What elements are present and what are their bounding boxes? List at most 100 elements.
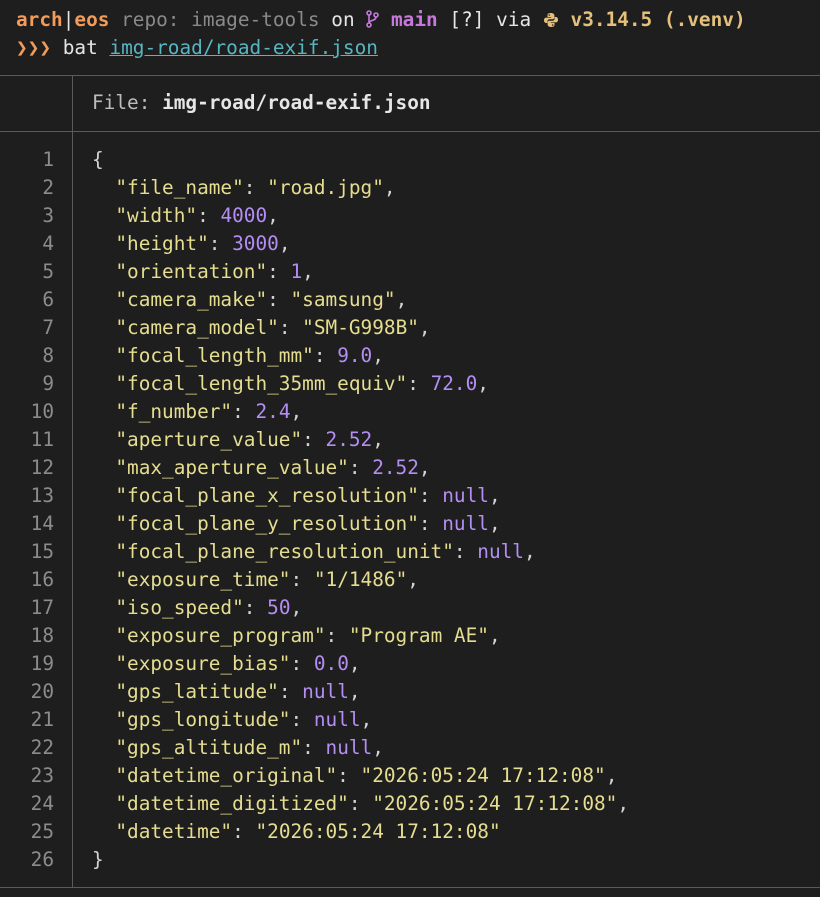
json-comma: ,: [267, 204, 279, 227]
line-number: 7: [42, 316, 54, 339]
json-comma: ,: [407, 568, 419, 591]
json-key: "orientation": [115, 260, 268, 283]
code-line: "datetime": "2026:05:24 17:12:08": [115, 820, 501, 843]
json-key: "f_number": [115, 400, 233, 423]
code-line: "camera_make": "samsung",: [115, 288, 408, 311]
json-value: null: [302, 680, 349, 703]
line-number: 5: [42, 260, 54, 283]
prompt-symbol: ❯❯❯: [16, 36, 52, 59]
line-number: 24: [30, 792, 54, 815]
json-value: "2026:05:24 17:12:08": [372, 792, 618, 815]
code-line: "gps_altitude_m": null,: [115, 736, 384, 759]
json-comma: ,: [418, 456, 431, 479]
prompt-python-version: v3.14.5 (.venv): [570, 8, 746, 31]
git-branch-icon: [366, 6, 380, 34]
json-value: "road.jpg": [267, 176, 384, 199]
code-line: "iso_speed": 50,: [115, 596, 303, 619]
code-line: "orientation": 1,: [115, 260, 314, 283]
json-key: "max_aperture_value": [115, 456, 349, 479]
json-key: "gps_longitude": [115, 708, 291, 731]
bat-top-border: [0, 75, 820, 76]
line-number: 9: [42, 372, 54, 395]
line-number: 18: [30, 624, 54, 647]
json-key: "datetime_original": [115, 764, 338, 787]
json-key: "exposure_program": [115, 624, 326, 647]
json-comma: ,: [418, 316, 431, 339]
json-value: "1/1486": [313, 568, 408, 591]
json-value: null: [325, 736, 373, 759]
line-number: 19: [30, 652, 54, 675]
line-number: 25: [30, 820, 54, 843]
json-value: 50: [267, 596, 291, 619]
line-number: 11: [30, 428, 54, 451]
json-comma: ,: [290, 400, 303, 423]
line-number: 21: [30, 708, 54, 731]
prompt-via-word: via: [496, 8, 532, 31]
json-value: 72.0: [430, 372, 478, 395]
json-value: null: [442, 484, 489, 507]
prompt-separator: |: [62, 8, 75, 31]
line-number: 20: [30, 680, 54, 703]
json-value: 0.0: [313, 652, 349, 675]
json-value: 2.52: [325, 428, 373, 451]
json-comma: ,: [477, 372, 489, 395]
line-number: 8: [42, 344, 54, 367]
json-comma: ,: [488, 484, 501, 507]
code-line: "exposure_time": "1/1486",: [115, 568, 419, 591]
json-key: "file_name": [115, 176, 244, 199]
file-header-label: File:: [92, 91, 151, 114]
bat-gutter-divider: [72, 131, 73, 887]
line-number: 26: [30, 848, 54, 871]
prompt-host: arch: [16, 8, 63, 31]
bat-file-header: File: img-road/road-exif.json: [92, 89, 431, 117]
json-value: "2026:05:24 17:12:08": [255, 820, 501, 843]
line-number-gutter: 1 2 3 4 5 6 7 8 9 10 11 12 13 14 15 16 17 18 19 20 21 22 23 24 2…: [0, 146, 54, 874]
line-number: 10: [30, 400, 54, 423]
line-number: 23: [30, 764, 54, 787]
json-comma: ,: [372, 736, 384, 759]
json-comma: ,: [348, 680, 361, 703]
json-value: 4000: [220, 204, 268, 227]
bat-bottom-border: [0, 887, 820, 888]
code-line: "focal_plane_y_resolution": null,: [115, 512, 501, 535]
code-line: "f_number": 2.4,: [115, 400, 303, 423]
code-line: "file_name": "road.jpg",: [115, 176, 396, 199]
json-comma: ,: [290, 596, 303, 619]
code-line: {: [92, 146, 812, 174]
json-value: null: [477, 540, 524, 563]
command-file-link[interactable]: img-road/road-exif.json: [109, 36, 378, 59]
command-line: ❯❯❯ bat img-road/road-exif.json: [16, 34, 378, 62]
json-key: "datetime": [115, 820, 233, 843]
json-comma: ,: [617, 792, 630, 815]
json-key: "datetime_digitized": [115, 792, 349, 815]
json-comma: ,: [605, 764, 618, 787]
json-value: "2026:05:24 17:12:08": [360, 764, 606, 787]
json-value: 3000: [232, 232, 279, 255]
prompt-git-status: [?]: [449, 8, 485, 31]
json-value: null: [313, 708, 361, 731]
code-line: "focal_length_35mm_equiv": 72.0,: [115, 372, 489, 395]
code-view: { "file_name": "road.jpg", "width": 4000…: [92, 146, 812, 874]
json-comma: ,: [360, 708, 373, 731]
json-comma: ,: [278, 232, 291, 255]
file-header-filename: img-road/road-exif.json: [162, 91, 431, 114]
bat-header-border: [0, 131, 820, 132]
json-open-brace: {: [92, 148, 104, 171]
code-line: "aperture_value": 2.52,: [115, 428, 384, 451]
python-icon: [543, 6, 559, 34]
json-key: "focal_length_mm": [115, 344, 314, 367]
bat-header-gutter-divider: [72, 75, 73, 131]
shell-prompt-line: arch|eos repo: image-tools on main [?] v…: [16, 6, 746, 34]
code-line: "focal_plane_x_resolution": null,: [115, 484, 501, 507]
json-comma: ,: [302, 260, 314, 283]
json-key: "aperture_value": [115, 428, 303, 451]
json-key: "gps_altitude_m": [115, 736, 303, 759]
code-line: "width": 4000,: [115, 204, 279, 227]
line-number: 17: [30, 596, 54, 619]
json-key: "focal_length_35mm_equiv": [115, 372, 408, 395]
json-key: "camera_model": [115, 316, 279, 339]
json-comma: ,: [372, 428, 384, 451]
json-comma: ,: [488, 512, 501, 535]
prompt-repo: repo: image-tools: [121, 8, 320, 31]
line-number: 22: [30, 736, 54, 759]
